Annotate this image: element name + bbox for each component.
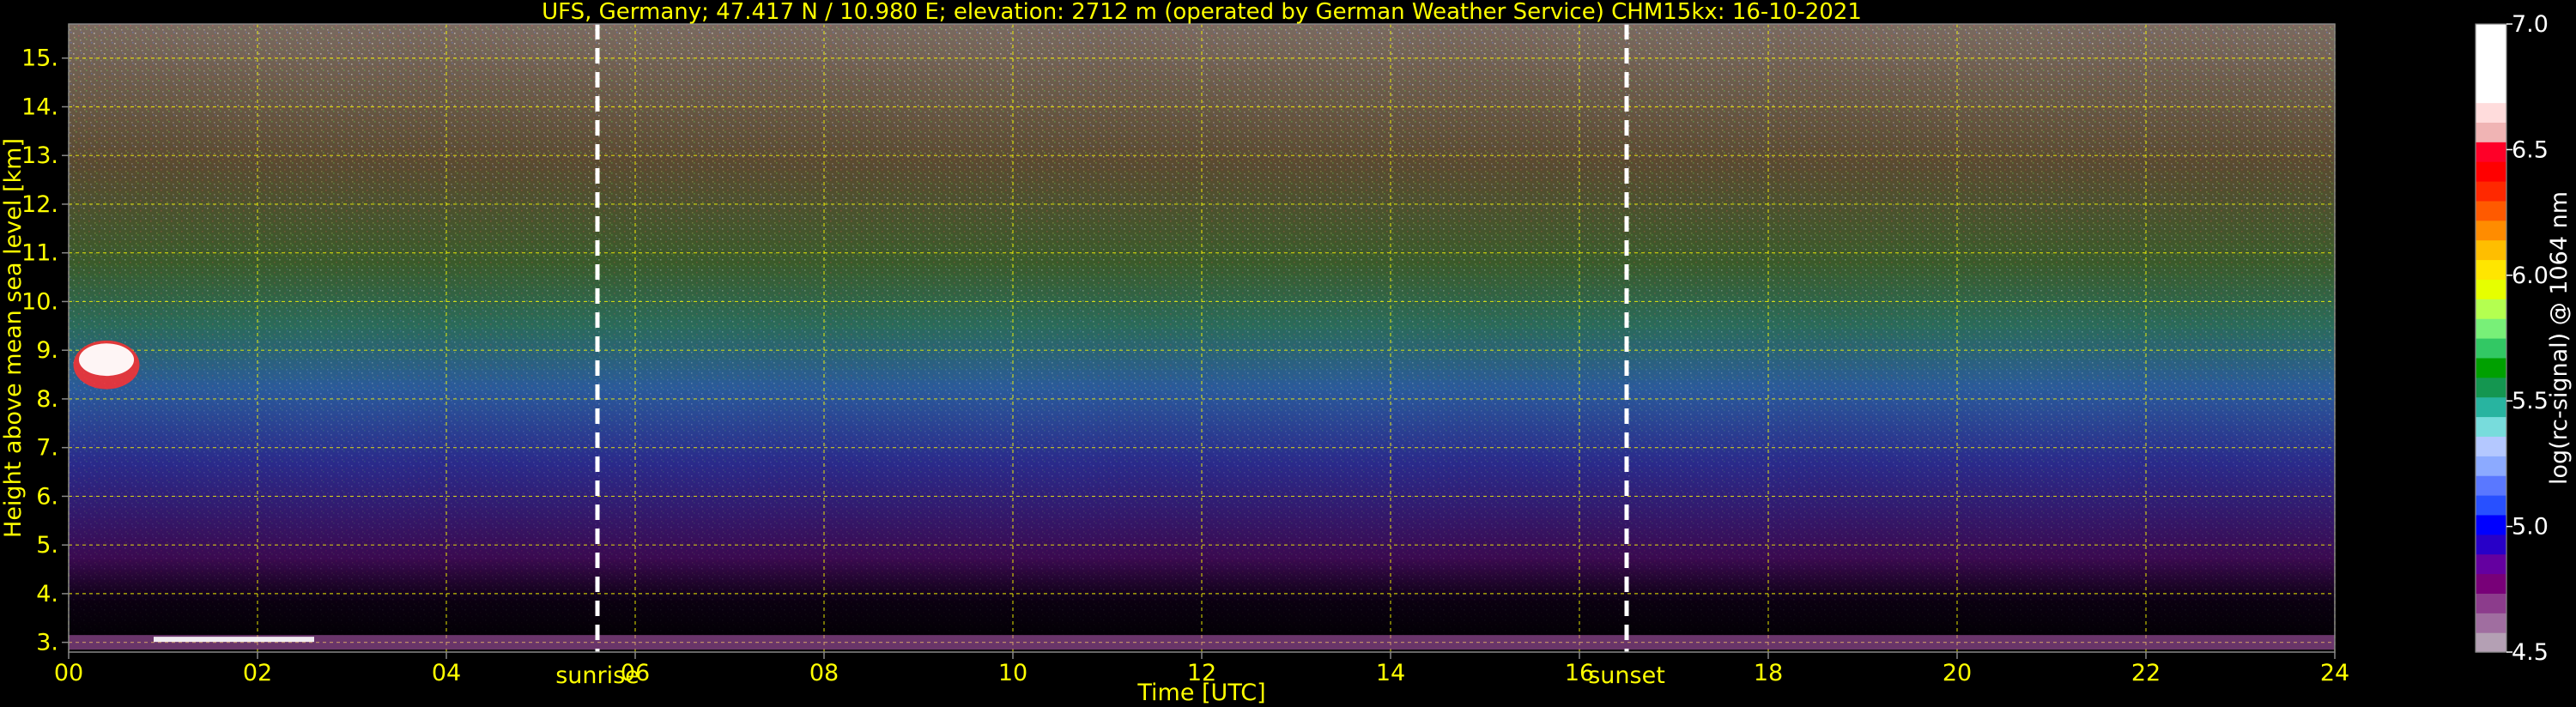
x-tick-label: 10 <box>998 660 1027 686</box>
colorbar-tick-label: 6.0 <box>2512 263 2549 289</box>
y-tick-label: 14. <box>21 94 58 120</box>
colorbar-segment <box>2476 318 2506 339</box>
colorbar-segment <box>2476 161 2506 182</box>
colorbar-segment <box>2476 377 2506 398</box>
colorbar-segment <box>2476 475 2506 496</box>
colorbar-segment <box>2476 553 2506 575</box>
colorbar-segment <box>2476 534 2506 555</box>
colorbar-segment <box>2476 613 2506 633</box>
y-tick-label: 4. <box>36 581 58 607</box>
colorbar-segment <box>2476 279 2506 299</box>
y-tick-label: 6. <box>36 483 58 510</box>
x-tick-label: 24 <box>2320 660 2349 686</box>
colorbar-segment <box>2476 181 2506 202</box>
x-tick-label: 06 <box>621 660 650 686</box>
x-tick-label: 14 <box>1376 660 1405 686</box>
y-tick-label: 15. <box>21 45 58 72</box>
colorbar-segment <box>2476 142 2506 162</box>
colorbar-segment <box>2476 220 2506 241</box>
x-tick-label: 04 <box>432 660 461 686</box>
colorbar-segment <box>2476 122 2506 142</box>
colorbar-segment <box>2476 632 2506 653</box>
colorbar-segment <box>2476 514 2506 535</box>
colorbar-tick-label: 7.0 <box>2512 11 2549 38</box>
colorbar-tick-label: 5.0 <box>2512 514 2549 541</box>
x-tick-label: 00 <box>54 660 83 686</box>
signal-noise <box>69 24 2335 652</box>
y-tick-label: 10. <box>21 288 58 315</box>
colorbar-segment <box>2476 24 2506 45</box>
colorbar-segment <box>2476 396 2506 418</box>
x-tick-label: 18 <box>1754 660 1783 686</box>
colorbar-segment <box>2476 239 2506 261</box>
colorbar-tick-label: 5.5 <box>2512 388 2549 414</box>
x-tick-label: 16 <box>1565 660 1594 686</box>
y-tick-label: 7. <box>36 435 58 462</box>
colorbar-segment <box>2476 82 2506 104</box>
x-axis-label: Time [UTC] <box>1136 680 1265 706</box>
x-tick-label: 08 <box>809 660 839 686</box>
colorbar-segment <box>2476 416 2506 437</box>
colorbar-segment <box>2476 593 2506 613</box>
sunset-label: sunset <box>1588 662 1665 689</box>
colorbar-segment <box>2476 102 2506 123</box>
y-tick-label: 5. <box>36 532 58 559</box>
colorbar-segment <box>2476 456 2506 476</box>
x-tick-label: 20 <box>1943 660 1972 686</box>
x-tick-label: 02 <box>243 660 272 686</box>
surface-layer-feature <box>69 635 2335 650</box>
surface-layer-core <box>154 637 314 643</box>
y-tick-label: 9. <box>36 337 58 364</box>
y-tick-label: 12. <box>21 191 58 218</box>
colorbar-segment <box>2476 200 2506 221</box>
colorbar: 4.5 5.0 5.5 6.0 6.5 7.0 <box>2475 11 2549 666</box>
colorbar-segment <box>2476 259 2506 280</box>
colorbar-segment <box>2476 573 2506 594</box>
colorbar-tick-label: 4.5 <box>2512 639 2549 666</box>
colorbar-segment <box>2476 63 2506 84</box>
chart-title: UFS, Germany; 47.417 N / 10.980 E; eleva… <box>542 0 1862 25</box>
x-tick-label: 22 <box>2131 660 2161 686</box>
colorbar-segment <box>2476 436 2506 456</box>
y-tick-label: 3. <box>36 630 58 656</box>
colorbar-segment <box>2476 495 2506 516</box>
y-tick-label: 11. <box>21 240 58 267</box>
colorbar-label: log(rc-signal) @ 1064 nm <box>2546 191 2573 485</box>
y-tick-label: 8. <box>36 386 58 413</box>
y-axis: 3. 4. 5. 6. 7. 8. 9. 10. 11. 12. 13. 14. 15. <box>21 45 69 656</box>
colorbar-segment <box>2476 43 2506 64</box>
ceilometer-chart: sunrise sunset 00 02 04 06 08 10 12 14 16 18 20 22 24… <box>0 0 2573 706</box>
y-axis-label: Height above mean sea level [km] <box>0 138 27 538</box>
colorbar-segment <box>2476 299 2506 319</box>
y-tick-label: 13. <box>21 142 58 169</box>
colorbar-tick-label: 6.5 <box>2512 136 2549 163</box>
colorbar-segment <box>2476 357 2506 378</box>
cloud-core <box>78 343 135 377</box>
colorbar-segment <box>2476 338 2506 359</box>
